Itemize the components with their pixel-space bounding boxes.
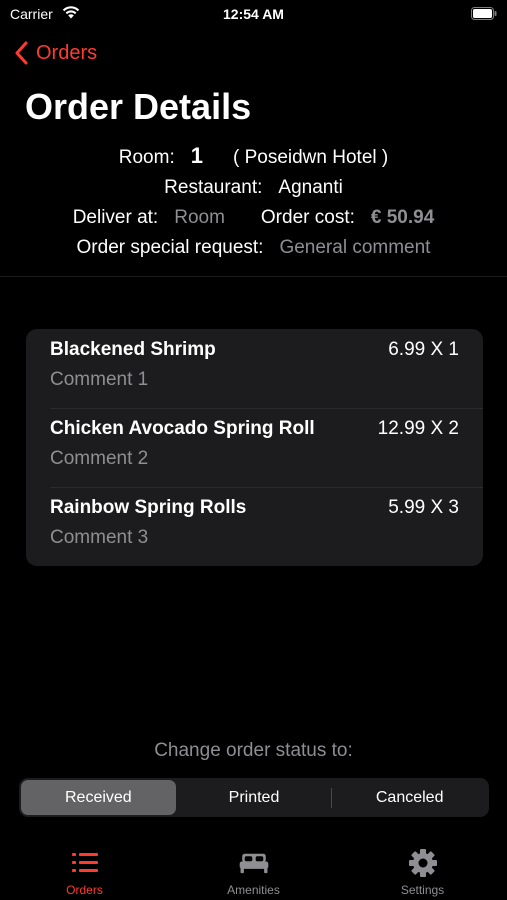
deliver-value: Room <box>174 207 225 228</box>
item-name: Blackened Shrimp <box>50 339 216 360</box>
tab-label: Amenities <box>227 883 280 897</box>
bed-icon <box>239 853 268 874</box>
list-icon <box>71 853 98 872</box>
hotel-name: ( Poseidwn Hotel ) <box>232 147 389 168</box>
tab-orders[interactable]: Orders <box>0 840 169 900</box>
divider <box>0 276 507 277</box>
item-price-qty: 5.99 X 3 <box>388 497 459 518</box>
segment-received[interactable]: Received <box>21 780 176 815</box>
item-name: Chicken Avocado Spring Roll <box>50 418 315 439</box>
status-time: 12:54 AM <box>223 6 284 22</box>
battery-icon <box>471 7 497 20</box>
tab-label: Orders <box>66 883 103 897</box>
segment-printed[interactable]: Printed <box>177 780 332 815</box>
deliver-label: Deliver at: <box>72 207 159 228</box>
status-prompt: Change order status to: <box>154 740 353 761</box>
special-request-row: Order special request: General comment <box>0 237 507 259</box>
delivery-row: Deliver at: Room Order cost: € 50.94 <box>0 207 507 229</box>
order-status-segmented-control: Received Printed Canceled <box>19 778 489 817</box>
chevron-left-icon <box>15 41 28 65</box>
item-price-qty: 12.99 X 2 <box>377 418 459 439</box>
tab-settings[interactable]: Settings <box>338 840 507 900</box>
tab-label: Settings <box>400 883 445 897</box>
list-item[interactable]: Rainbow Spring Rolls 5.99 X 3 Comment 3 <box>26 487 483 566</box>
special-request-label: Order special request: <box>76 237 264 258</box>
tab-bar: Orders Amenities Settings <box>0 840 507 900</box>
room-number: 1 <box>190 143 203 168</box>
restaurant-name: Agnanti <box>278 177 343 198</box>
room-row: Room: 1 ( Poseidwn Hotel ) <box>0 143 507 169</box>
item-price-qty: 6.99 X 1 <box>388 339 459 360</box>
segment-canceled[interactable]: Canceled <box>332 780 487 815</box>
item-name: Rainbow Spring Rolls <box>50 497 247 518</box>
list-item[interactable]: Blackened Shrimp 6.99 X 1 Comment 1 <box>26 329 483 408</box>
list-item[interactable]: Chicken Avocado Spring Roll 12.99 X 2 Co… <box>26 408 483 487</box>
page-title: Order Details <box>25 86 252 127</box>
restaurant-label: Restaurant: <box>164 177 263 198</box>
restaurant-row: Restaurant: Agnanti <box>0 177 507 199</box>
status-bar: Carrier 12:54 AM <box>0 0 507 30</box>
order-items-list: Blackened Shrimp 6.99 X 1 Comment 1 Chic… <box>26 329 483 566</box>
back-label: Orders <box>36 41 98 64</box>
gear-icon <box>408 849 437 877</box>
room-label: Room: <box>118 147 175 168</box>
item-comment: Comment 1 <box>50 369 149 390</box>
item-comment: Comment 2 <box>50 448 149 469</box>
cost-label: Order cost: <box>260 207 355 228</box>
tab-amenities[interactable]: Amenities <box>169 840 338 900</box>
back-button[interactable]: Orders <box>14 38 97 68</box>
special-request-value: General comment <box>279 237 431 258</box>
item-comment: Comment 3 <box>50 527 149 548</box>
cost-value: € 50.94 <box>370 207 435 228</box>
